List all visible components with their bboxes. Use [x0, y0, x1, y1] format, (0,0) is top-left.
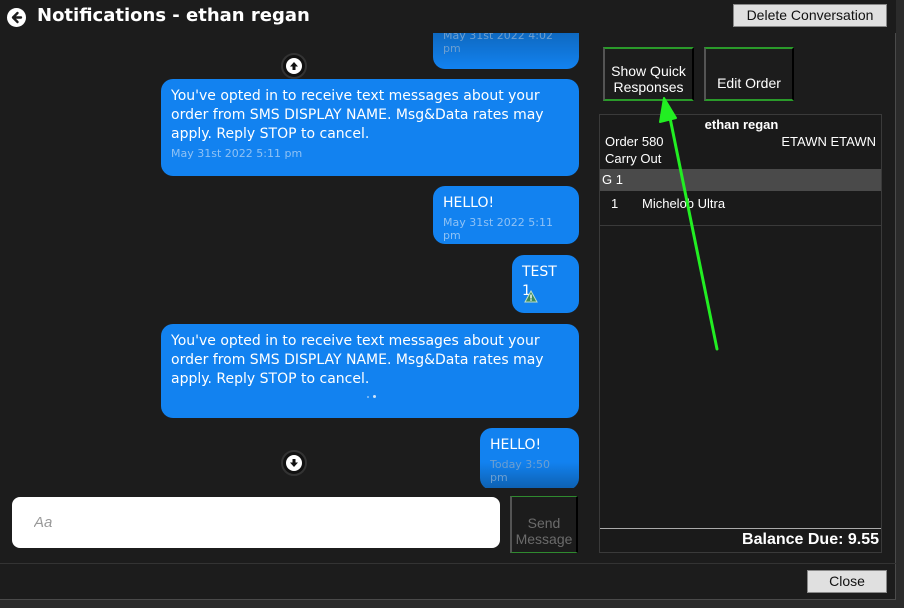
window-title: Notifications - ethan regan [37, 5, 310, 26]
scroll-up-button[interactable] [281, 53, 307, 79]
message-bubble: You've opted in to receive text messages… [161, 79, 579, 176]
edit-order-button[interactable]: Edit Order [704, 47, 794, 101]
delete-conversation-button[interactable]: Delete Conversation [733, 4, 887, 27]
message-text: HELLO! [490, 437, 542, 453]
order-number: Order 580 [605, 134, 664, 149]
item-name: Michelob Ultra [642, 196, 726, 211]
divider [600, 528, 881, 529]
balance-due: Balance Due: 9.55 [742, 531, 879, 548]
message-bubble: TEST 1 [512, 255, 579, 313]
item-quantity: 1 [611, 196, 619, 211]
warning-icon [524, 288, 538, 307]
message-text: TEST 1 [522, 264, 557, 299]
message-bubble: HELLO! May 31st 2022 5:11 pm [433, 186, 579, 244]
message-text: You've opted in to receive text messages… [171, 88, 544, 142]
show-quick-responses-button[interactable]: Show Quick Responses [603, 47, 694, 101]
title-bar: Notifications - ethan regan Delete Conve… [0, 0, 896, 33]
message-bubble: You've opted in to receive text messages… [161, 324, 579, 418]
sending-indicator [367, 394, 379, 400]
message-time: Today 3:50 pm [490, 458, 551, 484]
message-text: HELLO! [443, 195, 495, 211]
divider [600, 225, 881, 226]
order-group-header: G 1 [600, 169, 881, 191]
message-time: May 31st 2022 5:11 pm [443, 216, 553, 242]
arrow-left-icon[interactable] [7, 8, 26, 27]
order-panel: ethan regan Order 580 ETAWN ETAWN Carry … [599, 114, 882, 553]
scroll-down-button[interactable] [281, 450, 307, 476]
message-bubble: HELLO! Today 3:50 pm [480, 428, 579, 488]
divider [0, 563, 896, 564]
notifications-window: Notifications - ethan regan Delete Conve… [0, 0, 896, 600]
customer-name: ethan regan [704, 117, 779, 132]
order-code: ETAWN ETAWN [781, 134, 876, 149]
arrow-down-icon [286, 455, 302, 471]
send-message-button[interactable]: Send Message [510, 496, 578, 553]
message-text: You've opted in to receive text messages… [171, 333, 544, 387]
message-time: May 31st 2022 5:11 pm [171, 147, 303, 160]
message-input[interactable] [12, 497, 500, 548]
message-thread[interactable]: May 31st 2022 4:02 pm You've opted in to… [0, 33, 596, 488]
order-type: Carry Out [605, 151, 662, 166]
message-time: May 31st 2022 4:02 pm [443, 33, 553, 55]
close-button[interactable]: Close [807, 570, 887, 593]
message-input-box[interactable] [12, 497, 500, 548]
arrow-up-icon [286, 58, 302, 74]
message-bubble: May 31st 2022 4:02 pm [433, 33, 579, 69]
